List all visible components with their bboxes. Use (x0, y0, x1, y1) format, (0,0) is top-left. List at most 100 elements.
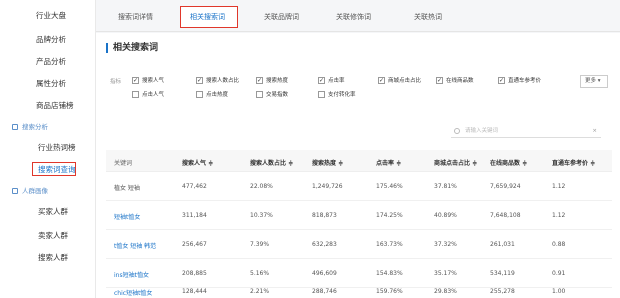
cell: 1.12 (552, 212, 566, 219)
checkbox-click-heat[interactable]: 点击热度 (196, 91, 228, 99)
keyword-cell[interactable]: ins短袖t恤女 (114, 270, 149, 279)
tab-search-word-detail[interactable]: 搜索词详情 (118, 12, 153, 22)
sidebar-item-searchers[interactable]: 搜索人群 (0, 252, 96, 264)
sidebar-group-label: 人群画像 (22, 187, 48, 195)
cell: 10.37% (250, 212, 273, 219)
checkbox-label: 搜索热度 (266, 78, 289, 84)
col-search-share[interactable]: 搜索人数占比 ≑ (250, 158, 293, 167)
checkbox-label: 搜索人气 (142, 78, 165, 84)
cell: 37.81% (434, 183, 457, 190)
col-ztc-price[interactable]: 直通车参考价 ≑ (552, 158, 595, 167)
cell: 0.91 (552, 270, 566, 277)
cell: 261,031 (490, 241, 515, 248)
checkbox-label: 支付转化率 (328, 92, 356, 98)
sidebar-group-persona: 人群画像 (0, 186, 96, 196)
cell: 7,659,924 (490, 183, 521, 190)
cell: 159.76% (376, 288, 403, 295)
search-close-icon[interactable]: × (592, 125, 597, 138)
tab-related-modifier-words[interactable]: 关联修饰词 (336, 12, 371, 22)
highlight-box (32, 162, 76, 176)
cell: 208,885 (182, 270, 207, 277)
sidebar-item-product-analysis[interactable]: 产品分析 (0, 56, 96, 68)
checkbox-label: 商城点击占比 (388, 78, 422, 84)
keyword-cell[interactable]: t恤女 短袖 韩范 (114, 241, 156, 250)
cell: 35.17% (434, 270, 457, 277)
col-online-items[interactable]: 在线商品数 ≑ (490, 158, 527, 167)
checkbox-ctr[interactable]: ✓ 点击率 (318, 77, 345, 85)
col-mall-click-share[interactable]: 商城点击占比 ≑ (434, 158, 477, 167)
checkbox-label: 在线商品数 (446, 78, 474, 84)
checkbox-checked-icon: ✓ (196, 77, 203, 84)
search-placeholder: 请输入关键词 (465, 128, 499, 134)
cell: 496,609 (312, 270, 337, 277)
checkbox-search-heat[interactable]: ✓ 搜索热度 (256, 77, 288, 85)
tab-related-hot-words[interactable]: 关联热词 (414, 12, 442, 22)
checkbox-label: 搜索人数占比 (206, 78, 240, 84)
cell: 175.46% (376, 183, 403, 190)
checkbox-mall-click-share[interactable]: ✓ 商城点击占比 (378, 77, 421, 85)
checkbox-pay-conversion[interactable]: 支付转化率 (318, 91, 356, 99)
checkbox-search-share[interactable]: ✓ 搜索人数占比 (196, 77, 239, 85)
checkbox-unchecked-icon (318, 91, 325, 98)
sidebar-item-industry-overview[interactable]: 行业大盘 (0, 10, 96, 22)
cell: 1.00 (552, 288, 566, 295)
checkbox-click-popularity[interactable]: 点击人气 (132, 91, 164, 99)
cell: 163.73% (376, 241, 403, 248)
chevron-down-icon: ▾ (597, 78, 601, 84)
more-label: 更多 (585, 78, 597, 84)
checkbox-label: 直通车参考价 (508, 78, 542, 84)
cell: 1.12 (552, 183, 566, 190)
table-row: chic短袖t恤女 128,444 2.21% 288,746 159.76% … (106, 286, 612, 298)
sidebar-item-sellers[interactable]: 卖家人群 (0, 230, 96, 242)
table-row: 植女 短袖 477,462 22.08% 1,249,726 175.46% 3… (106, 172, 612, 201)
keyword-cell[interactable]: 植女 短袖 (114, 183, 140, 192)
cell: 7.39% (250, 241, 270, 248)
sidebar-group-search: 搜索分析 (0, 122, 96, 132)
sidebar-item-shop-ranking[interactable]: 商品店铺榜 (0, 100, 96, 112)
cell: 2.21% (250, 288, 270, 295)
search-analysis-icon (12, 124, 18, 130)
cell: 534,119 (490, 270, 515, 277)
cell: 7,648,108 (490, 212, 521, 219)
cell: 128,444 (182, 288, 207, 295)
keyword-cell[interactable]: chic短袖t恤女 (114, 288, 152, 297)
cell: 22.08% (250, 183, 273, 190)
sidebar-item-attribute-analysis[interactable]: 属性分析 (0, 78, 96, 90)
sidebar-item-brand-analysis[interactable]: 品牌分析 (0, 34, 96, 46)
checkbox-online-items[interactable]: ✓ 在线商品数 (436, 77, 474, 85)
checkbox-search-popularity[interactable]: ✓ 搜索人气 (132, 77, 164, 85)
cell: 311,184 (182, 212, 207, 219)
keyword-cell[interactable]: 短袖t恤女 (114, 212, 140, 221)
col-search-popularity[interactable]: 搜索人气 ≑ (182, 158, 213, 167)
cell: 256,467 (182, 241, 207, 248)
table-row: t恤女 短袖 韩范 256,467 7.39% 632,283 163.73% … (106, 230, 612, 259)
main-content: 搜索词详情 相关搜索词 关联品牌词 关联修饰词 关联热词 相关搜索词 指标 ✓ 搜… (96, 0, 620, 298)
cell: 174.25% (376, 212, 403, 219)
cell: 154.83% (376, 270, 403, 277)
cell: 0.88 (552, 241, 566, 248)
tab-related-brand-words[interactable]: 关联品牌词 (264, 12, 299, 22)
col-ctr[interactable]: 点击率 ≑ (376, 158, 401, 167)
more-dropdown[interactable]: 更多 ▾ (580, 75, 608, 88)
checkbox-ztc-price[interactable]: ✓ 直通车参考价 (498, 77, 541, 85)
checkbox-label: 交易指数 (266, 92, 289, 98)
checkbox-checked-icon: ✓ (498, 77, 505, 84)
cell: 5.16% (250, 270, 270, 277)
sidebar-item-buyers[interactable]: 买家人群 (0, 206, 96, 218)
tab-related-search-words[interactable]: 相关搜索词 (190, 12, 225, 22)
sidebar-item-hot-words[interactable]: 行业热词榜 (0, 142, 96, 154)
checkbox-trade-index[interactable]: 交易指数 (256, 91, 288, 99)
col-keyword: 关键词 (114, 160, 133, 167)
cell: 818,873 (312, 212, 337, 219)
checkbox-label: 点击人气 (142, 92, 165, 98)
checkbox-checked-icon: ✓ (132, 77, 139, 84)
tab-bar: 搜索词详情 相关搜索词 关联品牌词 关联修饰词 关联热词 (96, 0, 620, 32)
content-panel: 相关搜索词 指标 ✓ 搜索人气 ✓ 搜索人数占比 ✓ 搜索热度 ✓ 点击率 ✓ 商城点击占… (96, 33, 620, 298)
filter-label: 指标 (110, 79, 122, 85)
cell: 37.32% (434, 241, 457, 248)
keyword-search-input[interactable]: 请输入关键词 × (451, 125, 601, 138)
col-search-heat[interactable]: 搜索热度 ≑ (312, 158, 343, 167)
cell: 255,278 (490, 288, 515, 295)
checkbox-label: 点击热度 (206, 92, 229, 98)
table-header: 关键词 搜索人气 ≑ 搜索人数占比 ≑ 搜索热度 ≑ 点击率 ≑ 商城点击占比 … (106, 150, 612, 172)
